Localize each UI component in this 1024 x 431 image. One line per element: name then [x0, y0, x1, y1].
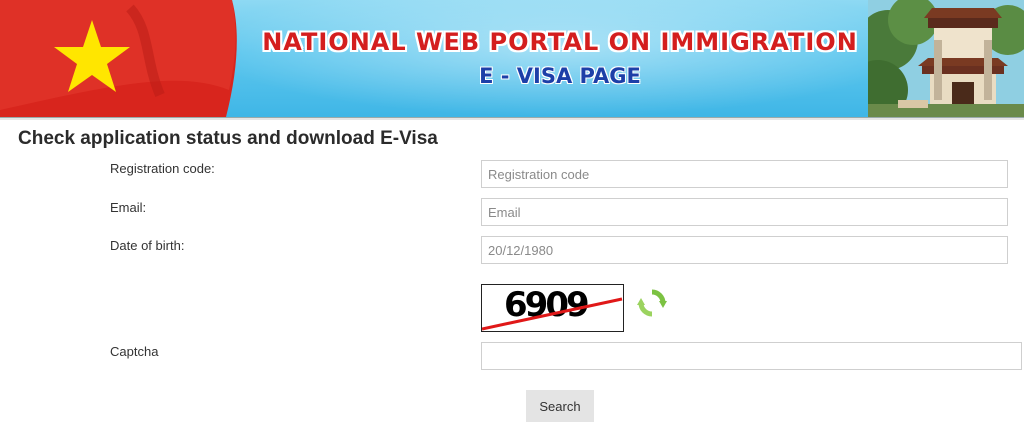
- temple-image: [868, 0, 1024, 117]
- email-label: Email:: [110, 200, 147, 215]
- registration-code-input[interactable]: [481, 160, 1008, 188]
- date-of-birth-input[interactable]: [481, 236, 1008, 264]
- portal-title: NATIONAL WEB PORTAL ON IMMIGRATION: [262, 28, 858, 56]
- captcha-input[interactable]: [481, 342, 1022, 370]
- captcha-label: Captcha: [110, 344, 159, 359]
- portal-subtitle: E - VISA PAGE: [479, 64, 641, 88]
- captcha-image: 6909: [481, 284, 624, 332]
- refresh-icon[interactable]: [637, 288, 667, 318]
- divider: [0, 118, 1024, 120]
- date-of-birth-label: Date of birth:: [110, 238, 185, 253]
- header-banner: NATIONAL WEB PORTAL ON IMMIGRATION E - V…: [0, 0, 1024, 118]
- search-button[interactable]: Search: [526, 390, 594, 422]
- vietnam-flag-icon: [0, 0, 237, 117]
- page-title: Check application status and download E-…: [18, 128, 438, 149]
- email-input[interactable]: [481, 198, 1008, 226]
- registration-code-label: Registration code:: [110, 161, 215, 176]
